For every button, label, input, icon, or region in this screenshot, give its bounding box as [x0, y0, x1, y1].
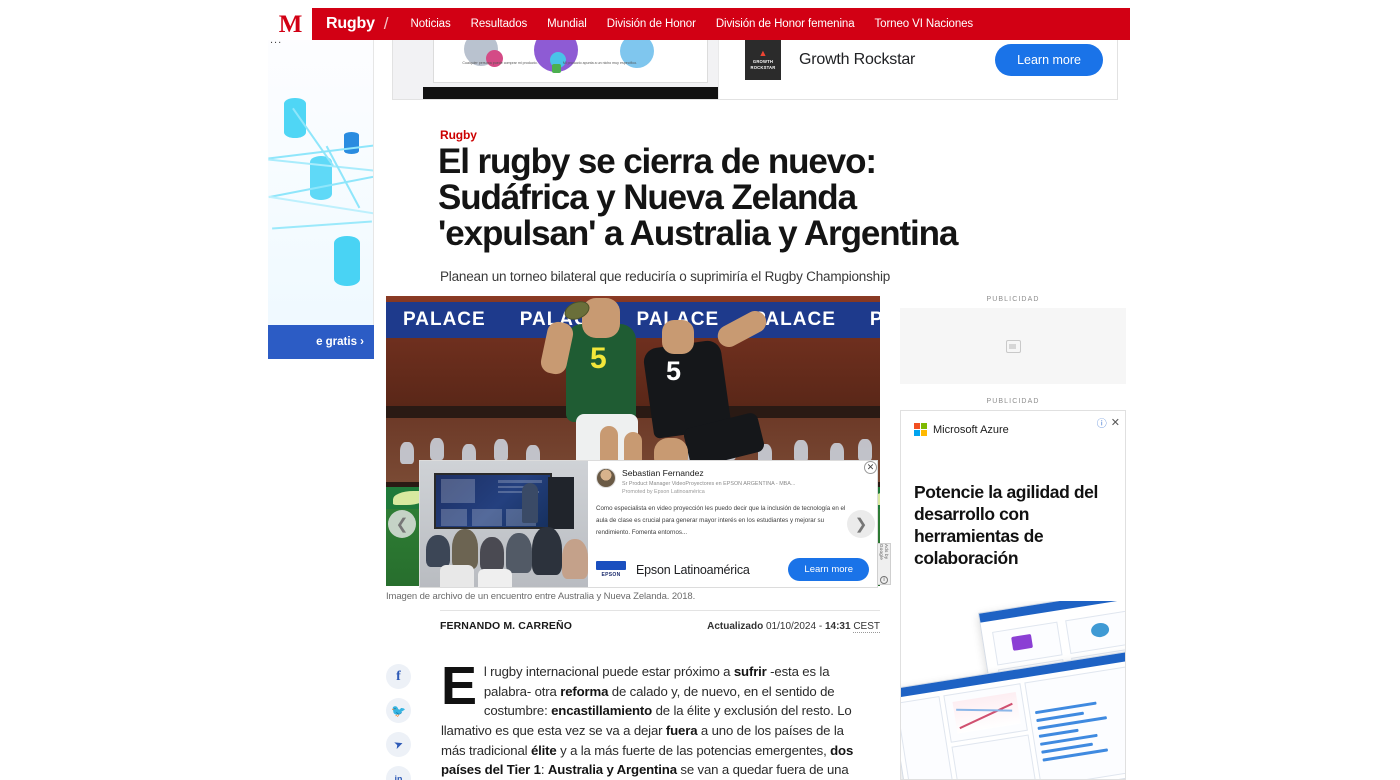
ads-by-google-label: Ads by Google — [879, 544, 889, 561]
article-kicker[interactable]: Rugby — [440, 128, 477, 142]
left-ad-cta-button[interactable]: e gratis › — [268, 325, 374, 359]
azure-ad[interactable]: Microsoft Azure ⓘ ✕ Potencie la agilidad… — [900, 410, 1126, 780]
section-brand-label: Rugby — [326, 15, 375, 32]
image-placeholder-icon — [1005, 339, 1021, 353]
updated-time: 14:31 — [824, 621, 851, 632]
azure-ad-topbar: Microsoft Azure ⓘ ✕ — [901, 411, 1125, 447]
hero-black-jersey-number: 5 — [666, 356, 682, 386]
nav-link-division-de-honor[interactable]: División de Honor — [597, 8, 706, 40]
azure-window-front — [901, 650, 1125, 779]
hero-board-text-1: PALACE — [403, 309, 486, 330]
updated-label: Actualizado — [707, 621, 764, 632]
chevron-left-icon: ❮ — [395, 516, 409, 533]
left-sticky-ad[interactable] — [268, 36, 374, 356]
top-ad-advertiser: Growth Rockstar — [799, 51, 916, 68]
ads-by-google-badge[interactable]: Ads by Google i — [877, 543, 891, 585]
azure-ad-headline: Potencie la agilidad del desarrollo con … — [914, 482, 1098, 569]
info-icon: i — [880, 576, 888, 584]
social-share-rail: f 🐦 ➤ in — [386, 664, 414, 780]
epson-advertiser-name: Epson Latinoamérica — [636, 562, 750, 577]
article-body: El rugby internacional puede estar próxi… — [441, 656, 869, 780]
epson-logo-icon: EPSON — [596, 561, 626, 578]
updated-separator: - — [818, 621, 823, 632]
linkedin-icon: in — [394, 773, 403, 780]
azure-brand: Microsoft Azure — [914, 423, 1009, 436]
right-gutter — [1128, 0, 1400, 780]
section-brand-rugby[interactable]: Rugby — [312, 8, 384, 40]
facebook-icon: f — [396, 668, 401, 684]
top-ad-slide-caption-left: Cualquier persona puede comprar mi produ… — [462, 60, 538, 65]
epson-person-role: Sr Product Manager VideoProyectores en E… — [622, 480, 796, 487]
epson-ad-close-button[interactable]: ✕ — [864, 461, 877, 474]
carousel-prev-button[interactable]: ❮ — [388, 510, 416, 538]
epson-ad-footer: EPSON Epson Latinoamérica Learn more — [596, 558, 869, 581]
nav-link-mundial[interactable]: Mundial — [537, 8, 597, 40]
hero-image-caption: Imagen de archivo de un encuentro entre … — [386, 591, 696, 602]
top-ad-learn-more-button[interactable]: Learn more — [995, 44, 1103, 76]
article-body-text: l rugby internacional puede estar próxim… — [441, 664, 854, 778]
right-rail-ad-slot-1[interactable] — [900, 308, 1126, 384]
azure-brand-label: Microsoft Azure — [933, 423, 1009, 436]
nav-link-division-de-honor-femenina[interactable]: División de Honor femenina — [706, 8, 865, 40]
telegram-icon: ➤ — [392, 737, 406, 753]
article-headline: El rugby se cierra de nuevo: Sudáfrica y… — [438, 142, 958, 254]
share-twitter-button[interactable]: 🐦 — [386, 698, 411, 723]
nav-link-resultados[interactable]: Resultados — [461, 8, 538, 40]
top-ad-slide-caption-right: Mi producto apunta a un nicho muy especí… — [562, 60, 638, 65]
epson-presenter — [522, 483, 538, 523]
epson-overlay-ad[interactable]: Sebastian Fernandez Sr Product Manager V… — [419, 460, 878, 588]
close-icon: ✕ — [866, 462, 875, 472]
left-ad-artwork — [268, 36, 373, 356]
epson-ad-body: Sebastian Fernandez Sr Product Manager V… — [588, 461, 877, 587]
azure-ad-controls: ⓘ ✕ — [1097, 415, 1120, 430]
article-standfirst: Planean un torneo bilateral que reducirí… — [440, 269, 891, 284]
carousel-next-button[interactable]: ❯ — [847, 510, 875, 538]
microsoft-logo-icon — [914, 423, 927, 436]
share-linkedin-button[interactable]: in — [386, 766, 411, 780]
epson-promoted-by: Promoted by Epson Latinoamérica — [622, 488, 705, 495]
right-rail-ad-label-2: PUBLICIDAD — [986, 398, 1040, 405]
epson-person-name: Sebastian Fernandez — [622, 468, 704, 478]
epson-ad-copy: Como especialista en video proyección le… — [596, 504, 846, 537]
article-dropcap: E — [441, 656, 477, 716]
updated-timezone: CEST — [853, 621, 880, 633]
twitter-icon: 🐦 — [391, 703, 406, 718]
navbar-links: Noticias Resultados Mundial División de … — [389, 8, 984, 40]
byline-divider — [440, 610, 880, 611]
nav-link-torneo-vi-naciones[interactable]: Torneo VI Naciones — [865, 8, 984, 40]
article-author[interactable]: FERNANDO M. CARREÑO — [440, 620, 572, 632]
hero-green-jersey-number: 5 — [590, 342, 607, 375]
page-root: ... e gratis › Cualquier persona puede c… — [0, 0, 1400, 780]
epson-banner-stand — [548, 477, 574, 529]
epson-logo-text: EPSON — [601, 572, 621, 578]
epson-ad-header: Sebastian Fernandez Sr Product Manager V… — [596, 468, 867, 496]
gr-logo-line2: ROCKSTAR — [750, 65, 776, 70]
hero-board-text-5: PALACE — [869, 309, 880, 330]
updated-date: 01/10/2024 — [766, 621, 817, 632]
marca-logo[interactable]: M — [268, 8, 312, 40]
close-icon[interactable]: ✕ — [1111, 416, 1120, 429]
share-telegram-button[interactable]: ➤ — [386, 732, 411, 757]
hero-player-black-head — [662, 320, 694, 354]
epson-person-avatar — [596, 468, 616, 488]
marca-logo-letter: M — [278, 10, 303, 38]
info-icon[interactable]: ⓘ — [1097, 415, 1107, 430]
share-facebook-button[interactable]: f — [386, 664, 411, 689]
azure-ad-artwork — [901, 601, 1125, 779]
chevron-right-icon: ❯ — [854, 516, 868, 533]
epson-ad-image — [420, 461, 588, 587]
article-updated: Actualizado 01/10/2024 - 14:31 CEST — [707, 621, 880, 633]
right-rail-ad-label-1: PUBLICIDAD — [986, 296, 1040, 303]
top-ad-letterbox — [423, 87, 718, 99]
growth-rockstar-logo-icon: ▲ GROWTH ROCKSTAR — [745, 40, 781, 80]
site-navbar: M Rugby / Noticias Resultados Mundial Di… — [268, 8, 1130, 40]
nav-link-noticias[interactable]: Noticias — [401, 8, 461, 40]
left-gutter — [0, 0, 268, 780]
epson-learn-more-button[interactable]: Learn more — [788, 558, 869, 581]
